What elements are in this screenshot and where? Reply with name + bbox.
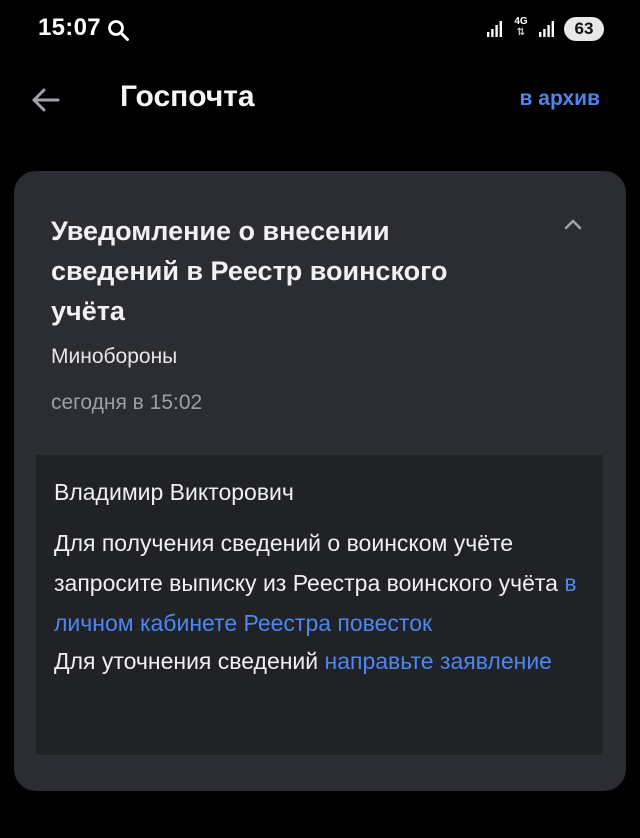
message-paragraph-2: Для уточнения сведений направьте заявлен…: [54, 641, 599, 681]
app-bar: Госпочта в архив: [0, 60, 640, 140]
network-type-label: 4G: [514, 16, 528, 27]
page-title: Госпочта: [120, 80, 255, 113]
message-title: Уведомление о внесении сведений в Реестр…: [51, 216, 448, 326]
status-bar: 15:07 4G ⇅ 63: [0, 0, 640, 60]
signal-icon: [487, 21, 502, 37]
message-timestamp: сегодня в 15:02: [51, 391, 203, 414]
message-paragraph-1: Для получения сведений о воинском учёте …: [54, 523, 599, 643]
network-type: 4G ⇅: [512, 17, 530, 41]
send-application-link[interactable]: направьте заявление: [325, 648, 552, 674]
message-greeting: Владимир Викторович: [54, 479, 294, 505]
paragraph-2-text: Для уточнения сведений: [54, 648, 325, 674]
chevron-up-icon[interactable]: [560, 211, 586, 237]
status-time: 15:07: [38, 14, 101, 41]
back-button[interactable]: [24, 78, 68, 122]
search-icon: [108, 20, 129, 41]
status-indicators: 4G ⇅ 63: [486, 16, 604, 42]
signal-icon-secondary: [539, 21, 554, 37]
arrow-left-icon: [32, 88, 60, 112]
archive-button[interactable]: в архив: [520, 87, 600, 111]
message-sender: Минобороны: [51, 345, 178, 368]
paragraph-1-text: Для получения сведений о воинском учёте …: [54, 530, 565, 596]
message-card: Уведомление о внесении сведений в Реестр…: [14, 171, 626, 791]
battery-indicator: 63: [564, 17, 604, 41]
data-arrows-icon: ⇅: [516, 27, 526, 38]
message-body: Владимир Викторович Для получения сведен…: [36, 455, 603, 755]
screen: 15:07 4G ⇅ 63 Госпочта в архив Уведомлен…: [0, 0, 640, 838]
